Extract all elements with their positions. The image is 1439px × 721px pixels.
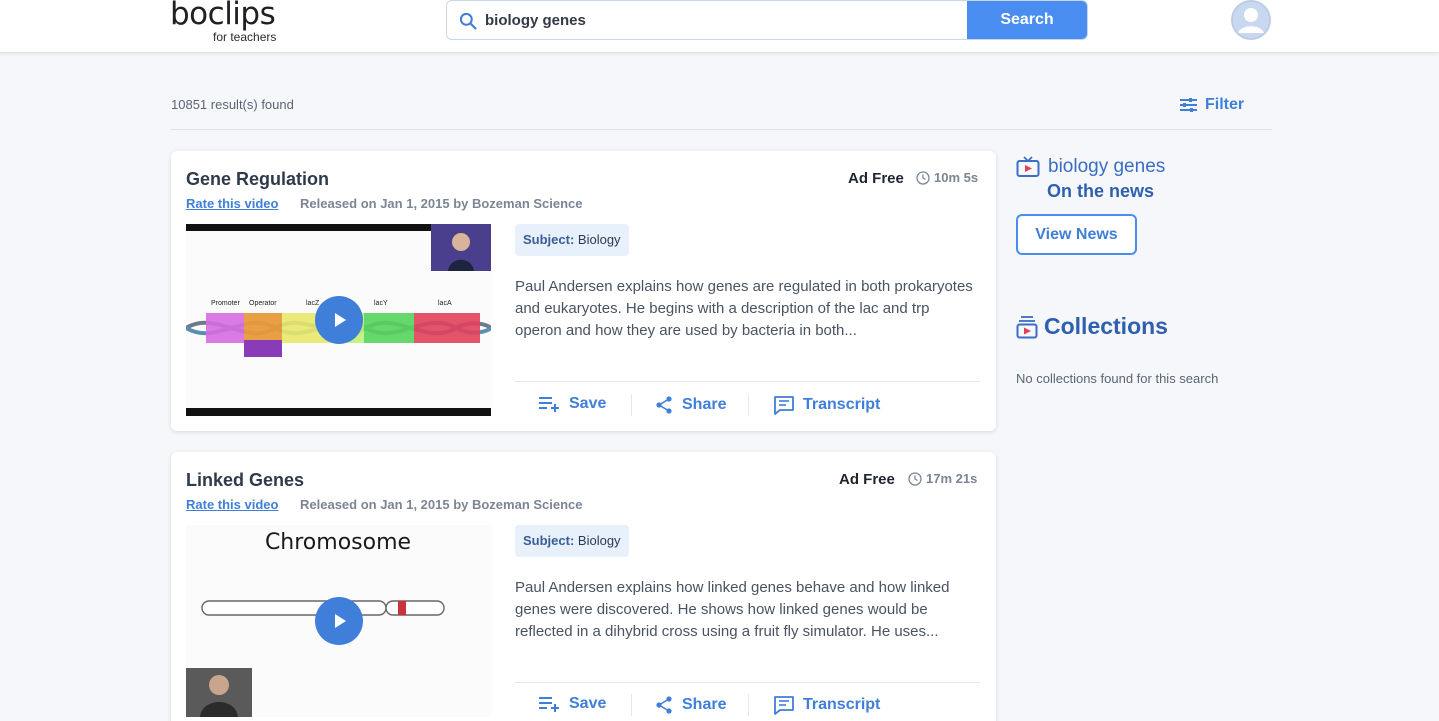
view-news-button[interactable]: View News (1016, 214, 1137, 255)
share-icon (656, 696, 672, 714)
share-label: Share (682, 396, 727, 413)
share-label: Share (682, 696, 727, 713)
ad-free-badge: Ad Free (848, 170, 904, 187)
top-bar: boclips for teachers Search (0, 0, 1439, 53)
video-title[interactable]: Linked Genes (186, 470, 304, 491)
playlist-add-icon (539, 697, 559, 712)
action-separator (748, 694, 749, 716)
no-collections-message: No collections found for this search (1016, 371, 1219, 386)
release-info: Released on Jan 1, 2015 by Bozeman Scien… (300, 196, 583, 211)
news-heading: biology genes (1016, 156, 1165, 178)
clock-icon (908, 471, 922, 486)
rate-video-link[interactable]: Rate this video (186, 497, 278, 512)
thumb-label: lacA (438, 300, 452, 307)
share-button[interactable]: Share (654, 395, 726, 415)
transcript-icon (774, 696, 794, 715)
thumb-title: Chromosome (265, 530, 411, 555)
filter-icon (1180, 98, 1197, 112)
play-icon (335, 313, 346, 327)
play-button[interactable] (315, 597, 363, 645)
filter-label: Filter (1205, 96, 1245, 113)
save-button[interactable]: Save (539, 395, 606, 413)
news-query: biology genes (1048, 156, 1166, 177)
duration-text: 10m 5s (934, 170, 979, 185)
actions-divider (515, 682, 980, 683)
play-icon (335, 614, 346, 628)
clock-icon (916, 170, 930, 185)
video-description: Paul Andersen explains how linked genes … (515, 579, 950, 640)
share-icon (656, 396, 672, 414)
video-duration: 10m 5s (916, 170, 978, 185)
thumb-label: Operator (249, 300, 277, 307)
ad-free-badge: Ad Free (839, 471, 895, 488)
rate-video-link[interactable]: Rate this video (186, 196, 278, 211)
logo-wordmark: boclips (170, 0, 276, 32)
playlist-add-icon (539, 397, 559, 412)
subject-tag[interactable]: Subject: Biology (515, 525, 629, 557)
video-duration: 17m 21s (908, 471, 977, 486)
transcript-label: Transcript (803, 396, 881, 413)
logo-tagline: for teachers (213, 30, 277, 44)
save-label: Save (569, 695, 607, 712)
subject-value: Biology (577, 232, 621, 247)
transcript-button[interactable]: Transcript (773, 395, 880, 415)
save-button[interactable]: Save (539, 695, 606, 713)
transcript-button[interactable]: Transcript (773, 695, 880, 715)
save-label: Save (569, 395, 607, 412)
user-icon (1231, 0, 1271, 40)
thumb-label: Promoter (211, 300, 240, 307)
play-button[interactable] (315, 296, 363, 344)
subject-label: Subject: (523, 232, 575, 247)
user-avatar[interactable] (1231, 0, 1271, 40)
search-icon (459, 12, 477, 30)
transcript-label: Transcript (803, 696, 881, 713)
video-title[interactable]: Gene Regulation (186, 169, 329, 190)
video-card[interactable]: Linked Genes Ad Free 17m 21s Rate this v… (171, 452, 996, 721)
tv-news-icon (1016, 156, 1040, 177)
video-thumbnail[interactable]: Promoter Operator lacZ lacY lacA (186, 224, 491, 416)
collections-icon (1016, 315, 1038, 338)
search-button[interactable]: Search (967, 1, 1087, 39)
divider (170, 129, 1272, 130)
results-count: 10851 result(s) found (171, 97, 294, 112)
search-bar: Search (446, 0, 1088, 40)
actions-divider (515, 381, 980, 382)
video-description: Paul Andersen explains how genes are reg… (515, 278, 973, 339)
action-separator (631, 394, 632, 416)
transcript-icon (774, 396, 794, 415)
boclips-logo[interactable]: boclips for teachers (170, 0, 276, 44)
action-separator (631, 694, 632, 716)
release-info: Released on Jan 1, 2015 by Bozeman Scien… (300, 497, 583, 512)
collections-title: Collections (1044, 313, 1168, 339)
subject-value: Biology (577, 533, 621, 548)
subject-label: Subject: (523, 533, 575, 548)
action-separator (748, 394, 749, 416)
video-card[interactable]: Gene Regulation Ad Free 10m 5s Rate this… (171, 151, 996, 431)
subject-tag[interactable]: Subject: Biology (515, 224, 629, 256)
filter-button[interactable]: Filter (1180, 96, 1244, 114)
collections-heading: Collections (1016, 313, 1168, 340)
news-subtitle: On the news (1047, 181, 1155, 201)
duration-text: 17m 21s (926, 471, 978, 486)
thumb-label: lacY (374, 300, 388, 307)
thumb-label: lacZ (306, 300, 320, 307)
video-thumbnail[interactable]: Chromosome (186, 525, 491, 717)
share-button[interactable]: Share (654, 695, 726, 715)
search-input[interactable] (485, 1, 965, 39)
